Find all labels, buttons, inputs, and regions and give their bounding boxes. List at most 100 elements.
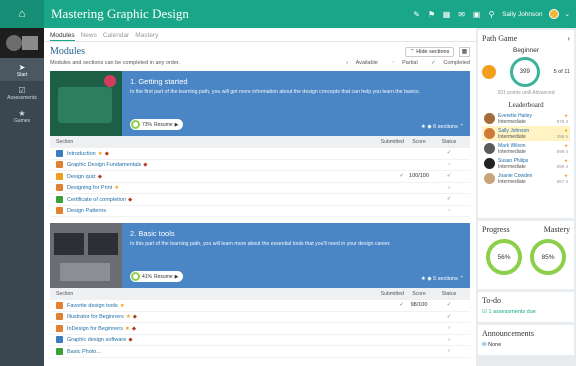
badge-icon: ◆ <box>131 325 137 332</box>
section-link[interactable]: Certificate of completion <box>67 197 126 203</box>
path-game-score: 399 5 of 11 <box>482 57 570 87</box>
section-link[interactable]: Design Patterns <box>67 208 106 214</box>
user-avatar[interactable] <box>548 9 559 19</box>
section-link[interactable]: InDesign for Beginners <box>67 326 123 332</box>
section-link[interactable]: Basic Photo... <box>67 349 101 355</box>
leaderboard-row[interactable]: Sally Johnson Intermediate ★ 399 5 <box>482 126 570 141</box>
table-row[interactable]: Design quiz ◆ ✓ 100/100 ✓ <box>50 171 470 183</box>
badge-icon: ◆ <box>132 314 138 321</box>
score-cell: 100/100 <box>409 173 429 180</box>
chevron-up-icon[interactable]: ⌃ <box>459 276 464 282</box>
play-icon: ▶ <box>174 273 179 280</box>
grid-icon[interactable]: ▦ <box>442 10 451 19</box>
tab-calendar[interactable]: Calendar <box>103 32 129 41</box>
chevron-up-icon[interactable]: ⌃ <box>459 124 464 130</box>
progress-value: 56% <box>497 253 511 261</box>
section-link[interactable]: Designing for Print <box>67 185 112 191</box>
leaderboard-row[interactable]: Joanie Cowden Intermediate ★ 867 4 <box>482 171 570 186</box>
user-name[interactable]: Sally Johnson <box>502 11 542 18</box>
avatar <box>484 128 495 139</box>
leader-info: Joanie Cowden Intermediate <box>498 173 545 185</box>
progress-mastery-header: Progress Mastery <box>482 225 570 234</box>
section-name-cell: Graphic Design Fundamentals ◆ <box>56 161 364 169</box>
medal-icon <box>482 65 496 79</box>
sidebar-item-games[interactable]: ★ Games <box>0 104 44 127</box>
tab-news[interactable]: News <box>81 32 97 41</box>
section-table-header: Section Submitted Score Status <box>50 288 470 300</box>
table-row[interactable]: Designing for Print ★ › <box>50 183 470 194</box>
module-banner[interactable]: 1. Getting started In the first part of … <box>50 71 470 136</box>
progress-title: Progress <box>482 225 510 234</box>
col-status: Status <box>441 291 457 297</box>
leaderboard-row[interactable]: Everette Hailey Intermediate ★ 978 4 <box>482 111 570 126</box>
tab-modules[interactable]: Modules <box>50 32 75 41</box>
section-link[interactable]: Graphic Design Fundamentals <box>67 162 141 168</box>
table-row[interactable]: Basic Photo... › <box>50 346 470 358</box>
module-progress: 41% <box>142 273 153 280</box>
section-link[interactable]: Introduction <box>67 151 96 157</box>
todo-item[interactable]: ☑ 1 assessments due <box>482 309 570 315</box>
leaderboard-row[interactable]: Mark Wilson Intermediate ★ 899 4 <box>482 141 570 156</box>
chevron-right-icon[interactable]: › <box>567 34 570 43</box>
leader-info: Sally Johnson Intermediate <box>498 128 545 140</box>
tv-icon[interactable]: ▣ <box>472 10 481 19</box>
section-name-cell: Favorite design tools ★ <box>56 301 364 309</box>
tab-mastery[interactable]: Mastery <box>135 32 158 41</box>
section-link[interactable]: Design quiz <box>67 174 96 180</box>
chevron-down-icon[interactable]: ⌄ <box>565 10 570 18</box>
path-game-title[interactable]: Path Game › <box>482 34 570 43</box>
app-title: Mastering Graphic Design <box>51 6 189 21</box>
sidebar-item-assessments[interactable]: ☑ Assessments <box>0 81 44 104</box>
resume-button[interactable]: 41% Resume ▶ <box>130 271 183 282</box>
leader-stars: 4 <box>565 178 568 184</box>
table-row[interactable]: Favorite design tools ★ ✓ 98/100 ✓ <box>50 300 470 312</box>
badge-icon: ◆ <box>427 276 432 282</box>
col-section: Section <box>56 291 74 297</box>
mastery-ring[interactable]: 85% <box>530 239 566 275</box>
leader-stats: ★ 978 4 <box>548 113 568 125</box>
avatar <box>484 173 495 184</box>
announcement-item: ✉ None <box>482 342 570 348</box>
star-icon: ★ <box>563 172 568 178</box>
top-right-toolbar: ✎ ⚑ ▦ ✉ ▣ ⚲ Sally Johnson ⌄ <box>412 0 570 28</box>
leaderboard-row[interactable]: Susan Philips Intermediate ★ 899 4 <box>482 156 570 171</box>
star-icon: ★ <box>420 124 426 130</box>
module-image <box>50 223 122 288</box>
col-score: Score <box>412 291 426 297</box>
table-row[interactable]: Illustrator for Beginners ★ ◆ ✓ <box>50 312 470 323</box>
section-link[interactable]: Illustrator for Beginners <box>67 314 124 320</box>
table-row[interactable]: InDesign for Beginners ★ ◆ › <box>50 323 470 335</box>
points-value: 399 <box>519 69 530 75</box>
home-button[interactable]: ⌂ <box>0 0 44 28</box>
leader-stars: 4 <box>565 148 568 154</box>
resume-button[interactable]: 73% Resume ▶ <box>130 119 183 130</box>
table-row[interactable]: Certificate of completion ◆ ✓ <box>50 194 470 206</box>
section-link[interactable]: Graphic design software <box>67 337 126 343</box>
legend-label: Partial <box>402 60 418 66</box>
checkbox-icon: ☑ <box>482 309 487 315</box>
status-icon: › <box>448 336 450 343</box>
table-row[interactable]: Design Patterns ~ <box>50 206 470 217</box>
play-icon: ▶ <box>174 121 179 128</box>
module-card: 1. Getting started In the first part of … <box>50 71 470 217</box>
table-row[interactable]: Graphic design software ◆ › <box>50 335 470 346</box>
section-type-icon <box>56 149 63 157</box>
notifications-icon[interactable]: ✉ <box>457 10 466 19</box>
hide-sections-button[interactable]: ⌃ Hide sections <box>405 47 455 57</box>
grid-view-button[interactable]: ▦ <box>459 46 470 57</box>
grid-icon: ▦ <box>461 49 468 55</box>
puzzle-icon[interactable]: ✎ <box>412 10 421 19</box>
megaphone-icon: ✉ <box>482 342 487 348</box>
section-link[interactable]: Favorite design tools <box>67 303 118 309</box>
module-banner[interactable]: 2. Basic tools In this part of the learn… <box>50 223 470 288</box>
sidebar-item-start[interactable]: ➤ Start <box>0 58 44 81</box>
table-row[interactable]: Graphic Design Fundamentals ◆ ~ <box>50 160 470 171</box>
table-row[interactable]: Introduction ★ ◆ ✓ <box>50 148 470 160</box>
module-progress: 73% <box>142 121 153 128</box>
section-type-icon <box>56 347 63 355</box>
leader-stats: ★ 899 4 <box>548 158 568 170</box>
bell-icon[interactable]: ⚑ <box>427 10 436 19</box>
search-icon[interactable]: ⚲ <box>487 10 496 19</box>
progress-ring[interactable]: 56% <box>486 239 522 275</box>
rank-label: 5 of 11 <box>553 69 570 75</box>
